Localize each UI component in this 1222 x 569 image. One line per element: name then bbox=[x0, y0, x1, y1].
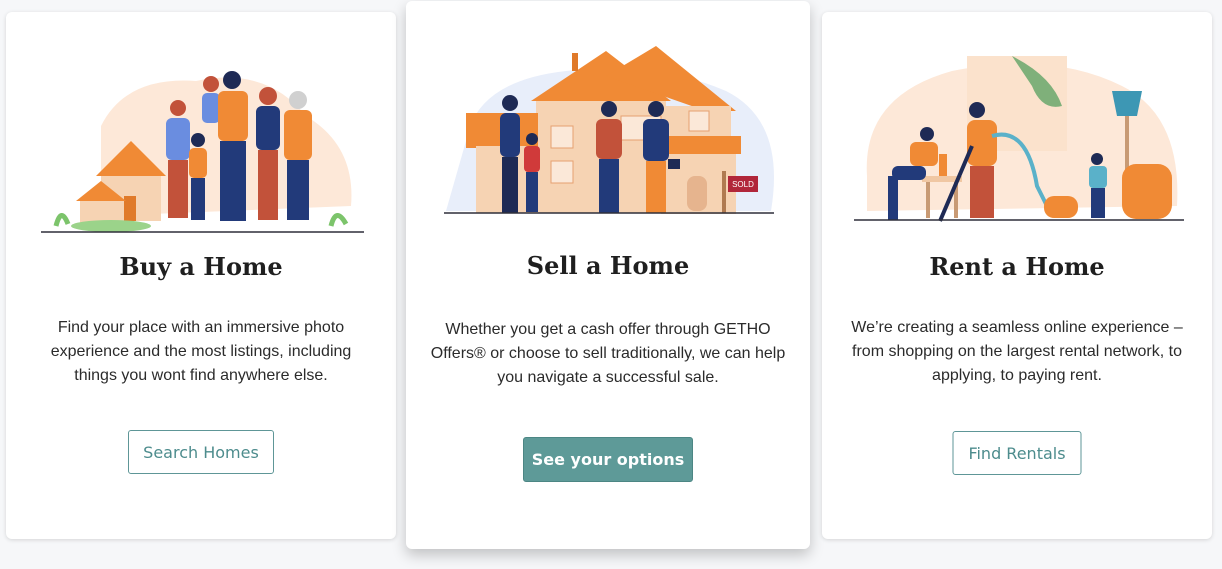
sold-sign-text: SOLD bbox=[732, 180, 754, 189]
card-description: Find your place with an immersive photo … bbox=[50, 319, 352, 384]
card-title: Buy a Home bbox=[119, 252, 283, 281]
card-title: Sell a Home bbox=[526, 251, 690, 280]
house-sale-illustration: SOLD bbox=[444, 46, 774, 214]
search-homes-button[interactable]: Search Homes bbox=[128, 430, 274, 474]
see-options-button[interactable]: See your options bbox=[523, 437, 693, 482]
find-rentals-button[interactable]: Find Rentals bbox=[952, 431, 1082, 475]
card-title: Rent a Home bbox=[929, 252, 1105, 281]
sell-home-card: SOLD Sell a Home Whether you get a cash … bbox=[406, 1, 810, 549]
family-illustration bbox=[41, 71, 364, 233]
buy-home-card: Buy a Home Find your place with an immer… bbox=[6, 12, 396, 539]
card-description: We’re creating a seamless online experie… bbox=[851, 319, 1183, 384]
rent-home-card: Rent a Home We’re creating a seamless on… bbox=[822, 12, 1212, 539]
card-description: Whether you get a cash offer through GET… bbox=[430, 321, 786, 386]
rental-cleaning-illustration bbox=[854, 56, 1184, 222]
